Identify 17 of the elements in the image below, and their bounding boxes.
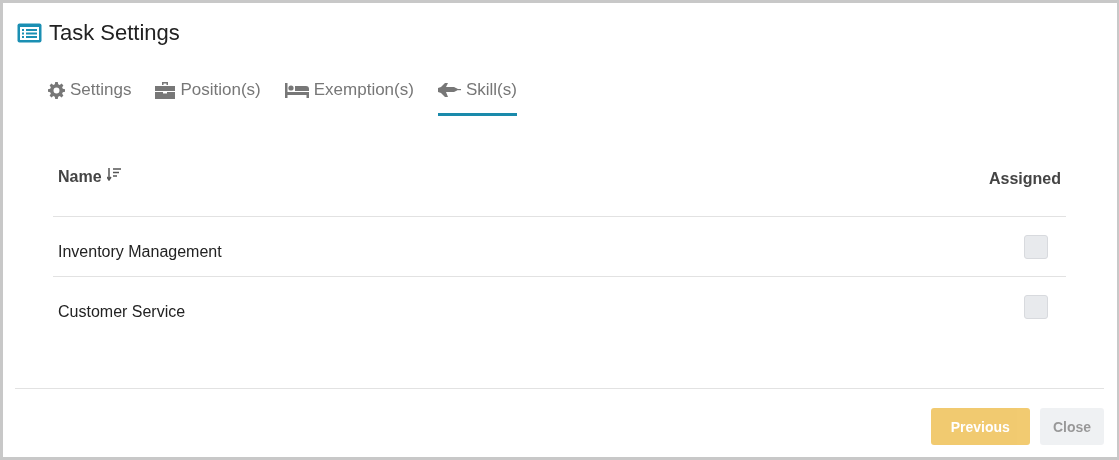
tab[interactable]: Skill(s) [437,80,517,116]
table-cell: Inventory Management [58,242,222,261]
sort-icon [106,168,121,181]
gear-icon [48,81,65,99]
checkbox[interactable] [1024,234,1048,259]
window-title: Task Settings [49,19,180,46]
column-header[interactable]: Assigned [989,170,1061,188]
column-header[interactable]: Name [58,168,102,186]
tab[interactable]: Position(s) [155,80,261,116]
jet-icon [437,83,461,97]
table-cell: Customer Service [58,302,186,321]
bed-icon [284,82,309,98]
tab[interactable]: Settings [48,80,132,116]
list-icon [17,22,42,43]
checkbox[interactable] [1024,294,1048,319]
tab[interactable]: Exemption(s) [284,80,414,116]
briefcase-icon [155,81,176,99]
